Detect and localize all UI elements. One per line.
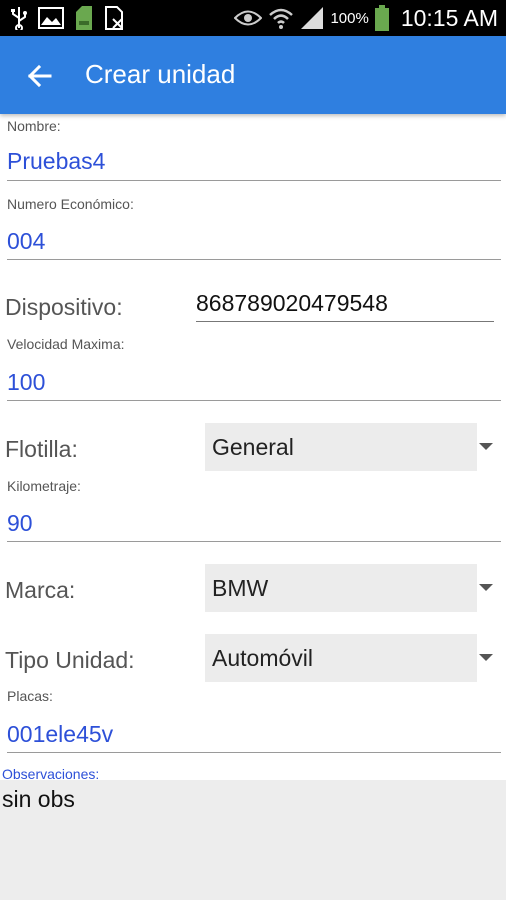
image-icon	[38, 7, 64, 29]
flotilla-label: Flotilla:	[5, 436, 78, 462]
numero-economico-label: Numero Económico:	[7, 196, 134, 212]
kilometraje-underline	[7, 541, 501, 542]
battery-percent: 100%	[330, 9, 369, 27]
dispositivo-label: Dispositivo:	[5, 294, 123, 320]
numero-economico-underline	[7, 259, 501, 260]
flotilla-dropdown[interactable]: General	[205, 423, 477, 471]
observaciones-value[interactable]: sin obs	[2, 786, 75, 813]
flotilla-selected: General	[212, 434, 294, 460]
app-bar: Crear unidad	[0, 36, 506, 114]
status-right-icons: 100% 10:15 AM	[234, 3, 498, 33]
velocidad-maxima-label: Velocidad Maxima:	[7, 336, 125, 352]
status-bar: 100% 10:15 AM	[0, 0, 506, 36]
tipo-unidad-dropdown[interactable]: Automóvil	[205, 634, 477, 682]
sd-card-icon	[76, 6, 92, 30]
dispositivo-value[interactable]: 868789020479548	[196, 290, 388, 317]
marca-label: Marca:	[5, 577, 76, 603]
observaciones-textarea[interactable]	[0, 780, 506, 900]
dispositivo-underline	[196, 321, 494, 322]
page-title: Crear unidad	[85, 59, 236, 89]
chevron-down-icon[interactable]	[479, 584, 493, 591]
placas-input[interactable]: 001ele45v	[7, 721, 113, 748]
chevron-down-icon[interactable]	[479, 443, 493, 450]
velocidad-maxima-underline	[7, 400, 501, 401]
kilometraje-input[interactable]: 90	[7, 510, 33, 537]
nombre-underline	[7, 180, 501, 181]
observaciones-label: Observaciones:	[2, 766, 100, 782]
signal-icon	[301, 7, 324, 29]
usb-icon	[11, 7, 27, 30]
tipo-unidad-label: Tipo Unidad:	[5, 647, 135, 673]
marca-dropdown[interactable]: BMW	[205, 564, 477, 612]
nombre-label: Nombre:	[7, 118, 61, 134]
clock: 10:15 AM	[400, 4, 498, 31]
tipo-unidad-selected: Automóvil	[212, 645, 313, 671]
battery-icon	[374, 5, 389, 31]
placas-label: Placas:	[7, 688, 53, 704]
marca-selected: BMW	[212, 575, 269, 601]
arrow-left-icon[interactable]	[22, 58, 58, 94]
document-icon	[105, 6, 123, 30]
velocidad-maxima-input[interactable]: 100	[7, 369, 45, 396]
status-left-icons	[10, 6, 126, 30]
kilometraje-label: Kilometraje:	[7, 478, 81, 494]
chevron-down-icon[interactable]	[479, 654, 493, 661]
eye-icon	[234, 10, 263, 26]
numero-economico-input[interactable]: 004	[7, 228, 45, 255]
nombre-input[interactable]: Pruebas4	[7, 148, 105, 175]
placas-underline	[7, 752, 501, 753]
wifi-icon	[269, 8, 294, 29]
